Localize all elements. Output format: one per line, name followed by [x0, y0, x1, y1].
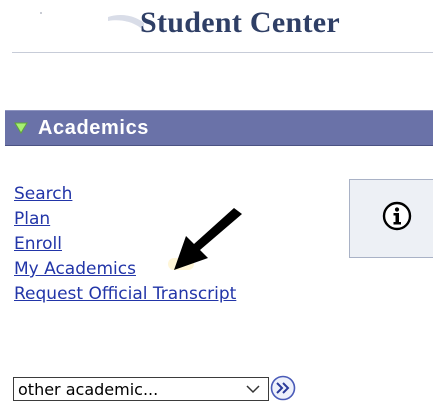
section-title: Academics [38, 116, 150, 139]
arrow-pointer-icon [174, 208, 242, 270]
page-title: Student Center [140, 6, 341, 39]
link-search[interactable]: Search [14, 182, 236, 207]
academic-options-select[interactable]: other academic... [13, 377, 269, 401]
link-request-official-transcript[interactable]: Request Official Transcript [14, 282, 236, 307]
go-button[interactable] [270, 375, 296, 401]
student-center-page: Student Center Academics Search Plan Enr… [0, 0, 433, 405]
triangle-down-icon[interactable] [14, 121, 28, 135]
info-icon[interactable] [382, 201, 412, 231]
decorative-dot [40, 12, 42, 14]
academics-section-header[interactable]: Academics [5, 110, 433, 146]
select-value: other academic... [18, 379, 159, 399]
info-panel [349, 179, 433, 258]
chevron-down-icon [246, 385, 260, 394]
title-divider [12, 52, 433, 53]
